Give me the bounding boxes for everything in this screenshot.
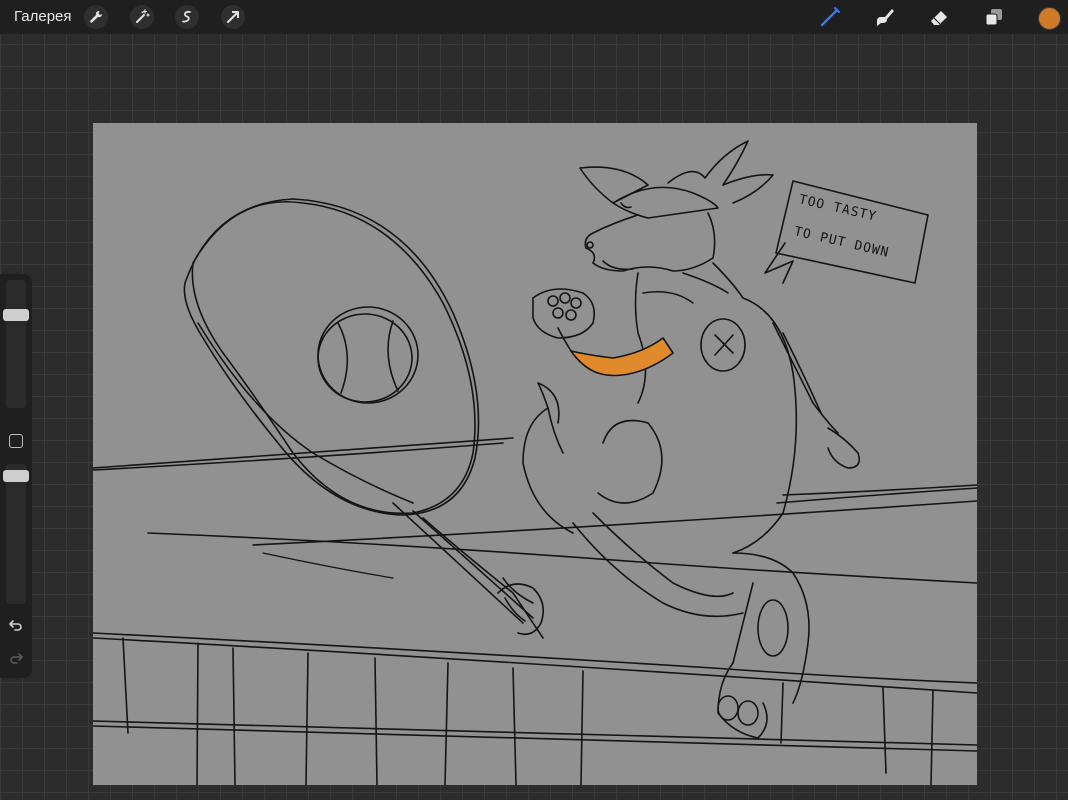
- left-sidebar: [0, 274, 32, 678]
- eraser-icon[interactable]: [926, 4, 952, 30]
- tennis-racket: [183, 198, 544, 639]
- magic-wand-icon[interactable]: [130, 5, 154, 29]
- top-toolbar: Галерея: [0, 0, 1068, 34]
- selection-icon[interactable]: [175, 5, 199, 29]
- modify-button[interactable]: [9, 434, 23, 448]
- redo-icon[interactable]: [7, 649, 25, 667]
- drawing-canvas[interactable]: TOO TASTY TO PUT DOWN: [93, 123, 977, 785]
- wrench-icon[interactable]: [84, 5, 108, 29]
- court-lines: [93, 437, 977, 785]
- gallery-button[interactable]: Галерея: [14, 8, 72, 25]
- speech-bubble: [764, 180, 929, 284]
- color-picker-button[interactable]: [1038, 7, 1061, 30]
- undo-icon[interactable]: [7, 616, 25, 634]
- brush-size-handle[interactable]: [3, 309, 29, 321]
- smudge-icon[interactable]: [871, 4, 897, 30]
- opacity-handle[interactable]: [3, 470, 29, 483]
- opacity-slider[interactable]: [6, 464, 26, 604]
- brush-icon[interactable]: [817, 4, 843, 30]
- tennis-ball: [317, 306, 419, 404]
- brush-size-slider[interactable]: [6, 280, 26, 408]
- layers-icon[interactable]: [981, 4, 1007, 30]
- transform-arrow-icon[interactable]: [221, 5, 245, 29]
